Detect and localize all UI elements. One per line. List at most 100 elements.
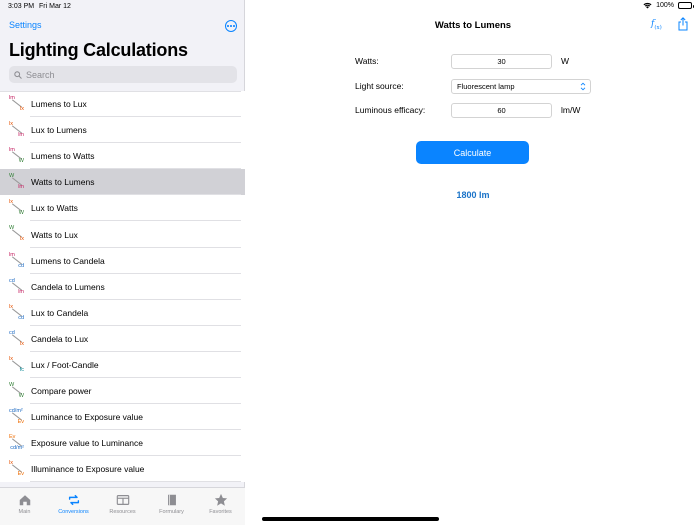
tab-formulary[interactable]: Formulary (147, 488, 196, 525)
watts-unit: W (561, 56, 570, 66)
list-item-label: Lux to Lumens (31, 125, 87, 136)
unit-icon-bottom: lx (20, 106, 24, 112)
star-icon (214, 493, 227, 506)
search-icon (14, 70, 22, 79)
conversion-list: lmlxLumens to LuxlxlmLux to LumenslmWLum… (0, 91, 245, 483)
search-input[interactable] (26, 69, 226, 80)
list-item[interactable]: lx lm Lux to Lumens (0, 117, 245, 144)
list-item-label: Lumens to Watts (31, 151, 95, 162)
tab-conversions[interactable]: Conversions (49, 488, 98, 525)
list-item-label: Lumens to Candela (31, 255, 105, 266)
unit-conversion-icon: lx fc (9, 356, 24, 373)
wifi-icon (643, 2, 652, 9)
list-item[interactable]: lx fc Lux / Foot-Candle (0, 351, 245, 379)
list-item[interactable]: Evcd/m² Exposure value to Luminance (0, 430, 245, 457)
tab-resources[interactable]: Resources (98, 488, 147, 525)
unit-icon-bottom: cd (18, 314, 24, 321)
unit-icon-bottom: lm (18, 132, 24, 139)
search-bar[interactable] (9, 66, 237, 83)
unit-conversion-icon: Wlm (9, 173, 24, 190)
list-item[interactable]: cd/m² Ev Luminance to Exposure value (0, 404, 245, 431)
unit-icon-bottom: W (18, 393, 24, 400)
home-indicator[interactable] (262, 517, 439, 521)
list-item-label: Watts to Lumens (31, 177, 95, 188)
unit-icon-bottom: lm (18, 184, 24, 191)
unit-icon-bottom: Ev (17, 419, 24, 426)
list-item[interactable]: lx cd Lux to Candela (0, 299, 245, 326)
light-source-value: Fluorescent lamp (457, 81, 515, 91)
tab-main[interactable]: Main (0, 488, 49, 525)
status-date: Fri Mar 12 (39, 3, 71, 10)
unit-conversion-icon: lx Ev (9, 460, 24, 477)
unit-icon-bottom: Ev (17, 471, 24, 478)
list-item[interactable]: Wlm Watts to Lumens (0, 169, 245, 196)
unit-conversion-icon: lmW (9, 147, 24, 164)
list-item[interactable]: cd lx Candela to Lux (0, 325, 245, 353)
unit-conversion-icon: cd/m² Ev (9, 408, 24, 425)
settings-button[interactable]: Settings (9, 20, 42, 30)
unit-conversion-icon: cd lm (9, 278, 24, 295)
light-source-label: Light source: (355, 81, 404, 91)
status-time: 3:03 PM (8, 3, 35, 10)
tab-label: Formulary (159, 509, 184, 515)
list-item-label: Lux to Candela (31, 307, 89, 318)
status-indicators: 100% (643, 2, 694, 9)
list-item-label: Lux / Foot-Candle (31, 359, 99, 370)
list-item[interactable]: cd lm Candela to Lumens (0, 273, 245, 300)
list-item[interactable]: lm cd Lumens to Candela (0, 247, 245, 274)
more-options-icon[interactable] (225, 20, 237, 32)
share-icon[interactable] (677, 17, 689, 31)
unit-icon-bottom: cd/m² (10, 445, 24, 452)
efficacy-unit: lm/W (561, 105, 581, 115)
page-title: Watts to Lumens (434, 20, 512, 31)
unit-conversion-icon: cd lx (9, 330, 24, 347)
unit-icon-bottom: W (18, 210, 24, 217)
list-item[interactable]: lmW Lumens to Watts (0, 143, 245, 170)
unit-conversion-icon: lx lm (9, 121, 24, 138)
unit-conversion-icon: Wlx (9, 225, 24, 242)
unit-conversion-icon: WW (9, 382, 24, 399)
battery-icon (678, 2, 694, 9)
list-item-label: Lumens to Lux (31, 99, 87, 110)
conversions-icon (68, 494, 79, 506)
tab-label: Resources (109, 509, 136, 515)
list-item[interactable]: W W Compare power (0, 378, 245, 405)
tab-label: Favorites (209, 509, 232, 515)
watts-label: Watts: (355, 56, 379, 66)
unit-icon-bottom: lx (20, 236, 24, 243)
list-item[interactable]: lx W Lux to Watts (0, 195, 245, 222)
tab-bar: Main Conversions Resources Formulary Fav… (0, 487, 245, 525)
tab-label: Main (18, 509, 31, 515)
home-icon (19, 495, 30, 506)
list-item-label: Candela to Lux (31, 333, 89, 344)
unit-icon-bottom: W (18, 158, 24, 165)
formula-icon[interactable]: f(x) (651, 19, 662, 31)
list-item-label: Illuminance to Exposure value (31, 464, 145, 475)
sidebar-title: Lighting Calculations (9, 40, 188, 60)
tab-label: Conversions (58, 509, 89, 515)
tab-favorites[interactable]: Favorites (196, 488, 245, 525)
list-item-label: Watts to Lux (31, 229, 78, 240)
list-item-label: Candela to Lumens (31, 281, 105, 292)
light-source-select[interactable]: Fluorescent lamp (451, 78, 591, 94)
watts-input[interactable] (451, 53, 552, 69)
unit-icon-bottom: cd (18, 262, 24, 269)
efficacy-input[interactable] (451, 102, 552, 118)
list-item[interactable]: lx Ev Illuminance to Exposure value (0, 456, 245, 483)
resources-icon (116, 495, 129, 505)
unit-icon-bottom: lx (20, 340, 24, 347)
unit-icon-bottom: lm (18, 288, 24, 295)
calculate-button[interactable]: Calculate (416, 141, 529, 164)
efficacy-label: Luminous efficacy: (355, 105, 426, 115)
chevron-up-down-icon (580, 82, 586, 90)
book-icon (167, 494, 176, 506)
list-item-label: Compare power (31, 386, 92, 397)
list-item-label: Exposure value to Luminance (31, 438, 143, 449)
status-bar: 3:03 PM Fri Mar 12 100% (0, 0, 700, 14)
list-item[interactable]: Wlx Watts to Lux (0, 221, 245, 248)
unit-conversion-icon: Evcd/m² (9, 434, 24, 451)
unit-icon-bottom: fc (19, 366, 24, 373)
list-item-label: Lux to Watts (31, 203, 78, 214)
sidebar: Settings Lighting Calculations lm lx Lumen… (0, 0, 245, 525)
list-item[interactable]: lm lx Lumens to Lux (0, 91, 245, 118)
